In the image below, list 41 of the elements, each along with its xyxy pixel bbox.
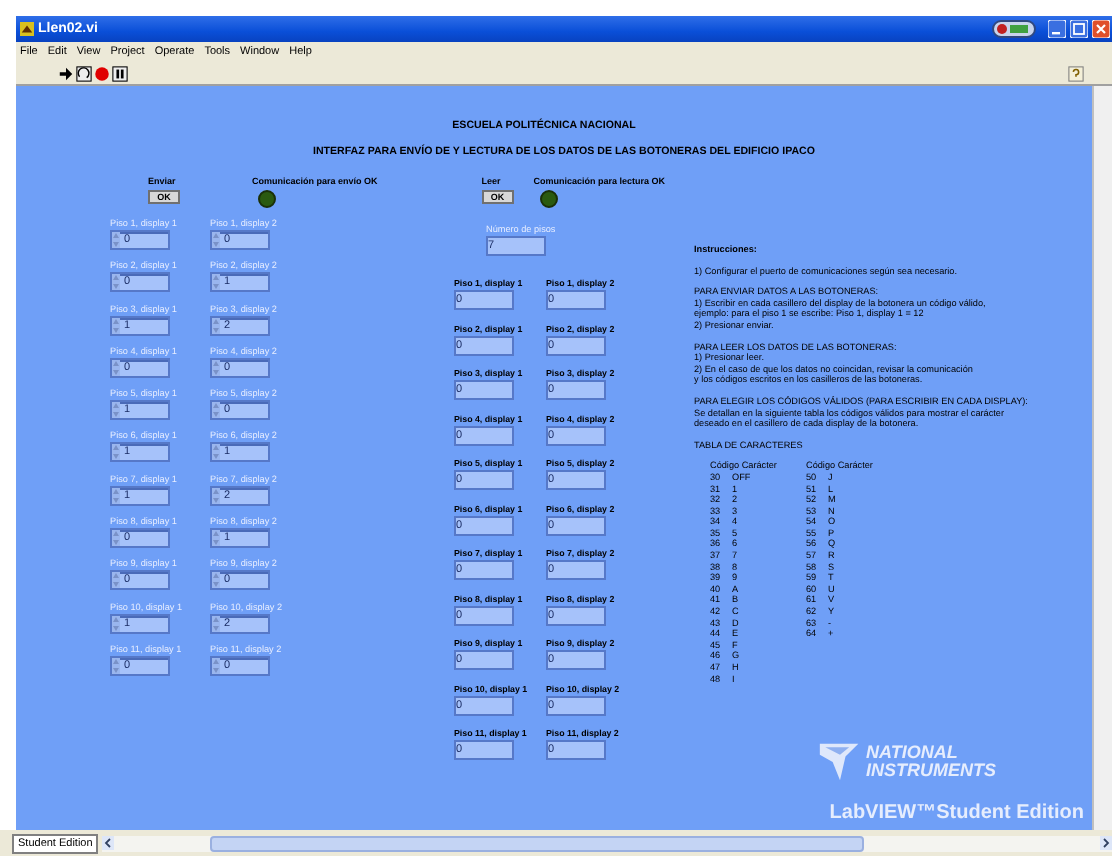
spin-arrows-icon[interactable] xyxy=(212,402,220,419)
scroll-thumb[interactable] xyxy=(210,835,865,851)
horizontal-scrollbar[interactable] xyxy=(102,835,1112,851)
spin-arrows-icon[interactable] xyxy=(112,274,120,291)
spin-arrows-icon[interactable] xyxy=(212,317,220,334)
spin-arrows-icon[interactable] xyxy=(112,317,120,334)
product-text: LabVIEW™Student Edition xyxy=(829,802,1084,824)
brand-text: INSTRUMENTS xyxy=(866,762,996,780)
spin-arrows-icon[interactable] xyxy=(112,444,120,461)
spin-arrows-icon[interactable] xyxy=(112,615,120,632)
spin-arrows-icon[interactable] xyxy=(112,487,120,504)
spin-arrows-icon[interactable] xyxy=(212,615,220,632)
spin-arrows-icon[interactable] xyxy=(112,232,120,248)
abort-icon[interactable] xyxy=(94,65,110,81)
app-icon xyxy=(20,22,34,36)
close-button[interactable] xyxy=(1092,20,1110,38)
maximize-button[interactable] xyxy=(1070,20,1088,38)
help-icon[interactable] xyxy=(1068,65,1084,81)
spin-arrows-icon[interactable] xyxy=(212,274,220,291)
brand-text: NATIONAL xyxy=(866,744,960,762)
run-continuously-icon[interactable] xyxy=(76,65,92,81)
spin-arrows-icon[interactable] xyxy=(212,572,220,589)
spin-arrows-icon[interactable] xyxy=(112,530,120,547)
scroll-left-icon[interactable] xyxy=(102,836,115,850)
spin-arrows-icon[interactable] xyxy=(212,530,220,547)
spin-arrows-icon[interactable] xyxy=(212,487,220,504)
minimize-button[interactable] xyxy=(1048,20,1066,38)
eagle-logo-icon xyxy=(818,740,862,784)
spin-arrows-icon[interactable] xyxy=(212,232,220,248)
run-arrow-icon[interactable] xyxy=(58,65,74,81)
vertical-scrollbar[interactable] xyxy=(1092,86,1112,830)
spin-arrows-icon[interactable] xyxy=(112,657,120,674)
scroll-right-icon[interactable] xyxy=(1100,836,1112,850)
spin-arrows-icon[interactable] xyxy=(112,359,120,376)
spin-arrows-icon[interactable] xyxy=(112,402,120,419)
status-pill-icon xyxy=(992,20,1036,38)
spin-arrows-icon[interactable] xyxy=(212,444,220,461)
pause-icon[interactable] xyxy=(112,65,128,81)
spin-arrows-icon[interactable] xyxy=(112,572,120,589)
spin-arrows-icon[interactable] xyxy=(212,657,220,674)
spin-arrows-icon[interactable] xyxy=(212,359,220,376)
